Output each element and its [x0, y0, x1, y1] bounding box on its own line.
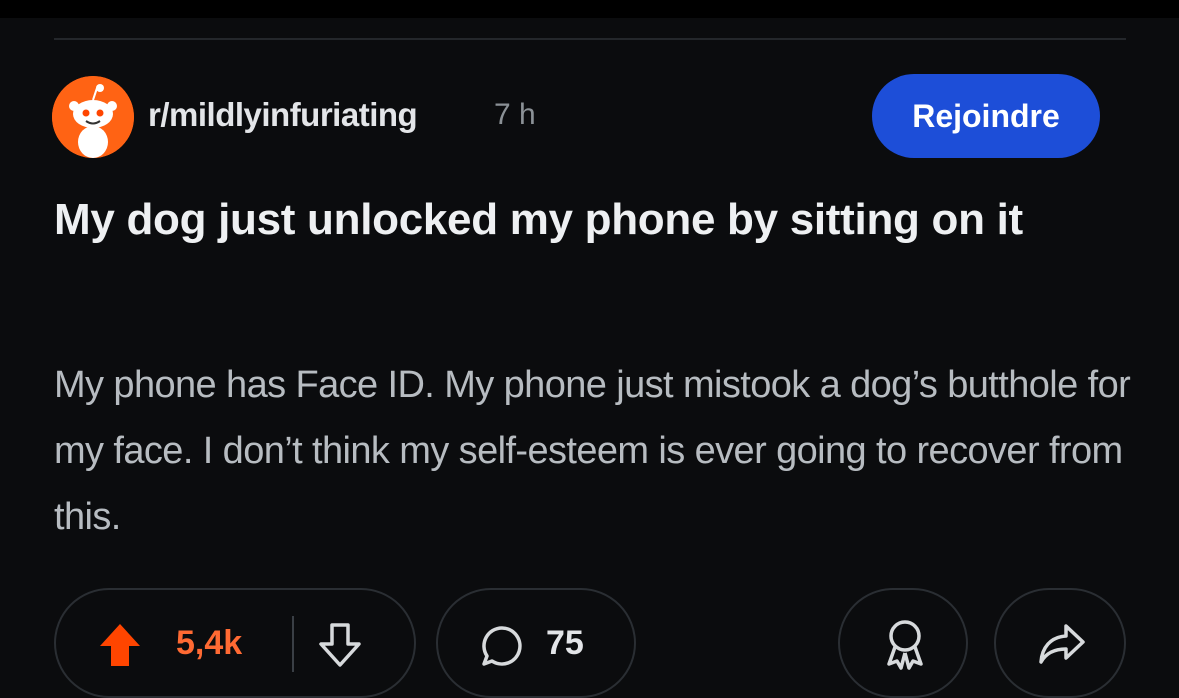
subreddit-avatar[interactable] [52, 76, 134, 158]
comment-count: 75 [546, 624, 584, 662]
upvote-icon[interactable] [98, 622, 142, 668]
reddit-snoo-icon [52, 76, 134, 158]
share-icon [1039, 624, 1085, 664]
downvote-icon[interactable] [318, 622, 362, 668]
vote-separator [292, 616, 294, 672]
subreddit-name[interactable]: r/mildlyinfuriating [148, 96, 418, 134]
post-action-bar: 5,4k 75 [0, 588, 1179, 698]
post-title[interactable]: My dog just unlocked my phone by sitting… [54, 186, 1114, 254]
post-timestamp: 7 h [494, 98, 536, 131]
join-button[interactable]: Rejoindre [872, 74, 1100, 158]
comments-button[interactable]: 75 [436, 588, 636, 698]
vote-count: 5,4k [176, 624, 243, 662]
award-button[interactable] [838, 588, 968, 698]
post-body: My phone has Face ID. My phone just mist… [54, 364, 1131, 538]
divider [54, 38, 1126, 40]
award-icon [887, 620, 923, 670]
post-header: r/mildlyinfuriating 7 h Rejoindre [52, 74, 1102, 158]
vote-control: 5,4k [54, 588, 416, 698]
top-edge [0, 0, 1179, 18]
comment-icon [482, 626, 522, 666]
share-button[interactable] [994, 588, 1126, 698]
